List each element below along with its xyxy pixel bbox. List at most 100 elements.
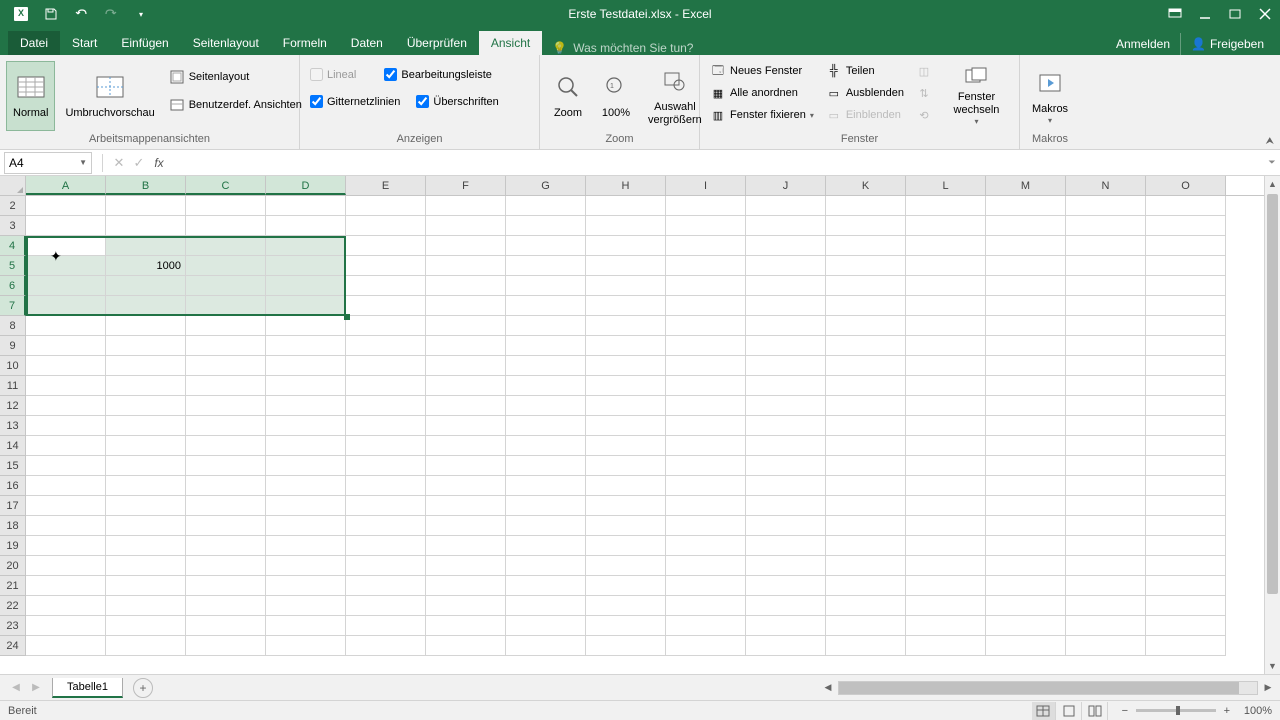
scroll-down-button[interactable]: ▼ [1265, 658, 1280, 674]
cell-J18[interactable] [746, 516, 826, 536]
cell-A5[interactable] [26, 256, 106, 276]
cell-M17[interactable] [986, 496, 1066, 516]
cancel-formula-button[interactable]: ✕ [109, 153, 129, 173]
column-header-G[interactable]: G [506, 176, 586, 195]
cell-F11[interactable] [426, 376, 506, 396]
cell-D23[interactable] [266, 616, 346, 636]
cell-K23[interactable] [826, 616, 906, 636]
cell-I2[interactable] [666, 196, 746, 216]
tab-daten[interactable]: Daten [339, 31, 395, 55]
cell-F21[interactable] [426, 576, 506, 596]
column-header-O[interactable]: O [1146, 176, 1226, 195]
tab-datei[interactable]: Datei [8, 31, 60, 55]
cell-B14[interactable] [106, 436, 186, 456]
cell-E17[interactable] [346, 496, 426, 516]
cell-C7[interactable] [186, 296, 266, 316]
row-header-18[interactable]: 18 [0, 516, 26, 536]
macros-button[interactable]: Makros ▾ [1026, 61, 1074, 131]
ruler-checkbox[interactable]: Lineal [306, 65, 360, 84]
cell-F16[interactable] [426, 476, 506, 496]
cell-A21[interactable] [26, 576, 106, 596]
cell-C9[interactable] [186, 336, 266, 356]
cell-F15[interactable] [426, 456, 506, 476]
page-layout-button[interactable]: Seitenlayout [165, 67, 306, 87]
cell-N5[interactable] [1066, 256, 1146, 276]
cell-G20[interactable] [506, 556, 586, 576]
cell-L2[interactable] [906, 196, 986, 216]
cell-G2[interactable] [506, 196, 586, 216]
cell-B15[interactable] [106, 456, 186, 476]
cell-F13[interactable] [426, 416, 506, 436]
cell-B8[interactable] [106, 316, 186, 336]
cell-O13[interactable] [1146, 416, 1226, 436]
cell-L16[interactable] [906, 476, 986, 496]
cell-D12[interactable] [266, 396, 346, 416]
cell-O9[interactable] [1146, 336, 1226, 356]
cell-O15[interactable] [1146, 456, 1226, 476]
tab-formeln[interactable]: Formeln [271, 31, 339, 55]
cell-F10[interactable] [426, 356, 506, 376]
column-header-J[interactable]: J [746, 176, 826, 195]
tab-ansicht[interactable]: Ansicht [479, 31, 542, 55]
cell-I23[interactable] [666, 616, 746, 636]
cell-M15[interactable] [986, 456, 1066, 476]
cell-E14[interactable] [346, 436, 426, 456]
cell-N8[interactable] [1066, 316, 1146, 336]
view-side-button[interactable]: ◫ [912, 61, 936, 81]
cell-H5[interactable] [586, 256, 666, 276]
column-header-F[interactable]: F [426, 176, 506, 195]
cell-F9[interactable] [426, 336, 506, 356]
cell-J15[interactable] [746, 456, 826, 476]
horizontal-scrollbar[interactable]: ◀ ▶ [820, 680, 1280, 696]
cell-L20[interactable] [906, 556, 986, 576]
cell-M19[interactable] [986, 536, 1066, 556]
cell-D18[interactable] [266, 516, 346, 536]
cell-J11[interactable] [746, 376, 826, 396]
cell-M16[interactable] [986, 476, 1066, 496]
cell-F19[interactable] [426, 536, 506, 556]
zoom-in-button[interactable]: + [1220, 705, 1234, 717]
name-box[interactable]: A4 ▼ [4, 152, 92, 174]
select-all-corner[interactable] [0, 176, 26, 195]
cell-M20[interactable] [986, 556, 1066, 576]
cell-A8[interactable] [26, 316, 106, 336]
cell-B19[interactable] [106, 536, 186, 556]
cell-H24[interactable] [586, 636, 666, 656]
cell-H12[interactable] [586, 396, 666, 416]
cell-L17[interactable] [906, 496, 986, 516]
cell-H23[interactable] [586, 616, 666, 636]
cell-N17[interactable] [1066, 496, 1146, 516]
cell-I12[interactable] [666, 396, 746, 416]
cell-L19[interactable] [906, 536, 986, 556]
gridlines-checkbox[interactable]: Gitternetzlinien [306, 92, 404, 111]
cell-F5[interactable] [426, 256, 506, 276]
close-button[interactable] [1250, 0, 1280, 28]
cell-F6[interactable] [426, 276, 506, 296]
row-header-20[interactable]: 20 [0, 556, 26, 576]
column-header-N[interactable]: N [1066, 176, 1146, 195]
cell-A22[interactable] [26, 596, 106, 616]
cell-D8[interactable] [266, 316, 346, 336]
cell-H6[interactable] [586, 276, 666, 296]
cell-N10[interactable] [1066, 356, 1146, 376]
cell-A16[interactable] [26, 476, 106, 496]
formula-bar-checkbox[interactable]: Bearbeitungsleiste [380, 65, 496, 84]
column-header-B[interactable]: B [106, 176, 186, 195]
arrange-all-button[interactable]: ▦Alle anordnen [706, 83, 818, 103]
cell-C3[interactable] [186, 216, 266, 236]
cell-L8[interactable] [906, 316, 986, 336]
cell-M14[interactable] [986, 436, 1066, 456]
cell-F24[interactable] [426, 636, 506, 656]
switch-windows-button[interactable]: Fenster wechseln ▾ [940, 61, 1013, 131]
cell-B3[interactable] [106, 216, 186, 236]
cell-I4[interactable] [666, 236, 746, 256]
cell-I18[interactable] [666, 516, 746, 536]
share-button[interactable]: 👤 Freigeben [1180, 33, 1274, 55]
cell-K2[interactable] [826, 196, 906, 216]
cell-M6[interactable] [986, 276, 1066, 296]
cell-A18[interactable] [26, 516, 106, 536]
normal-view-status-button[interactable] [1032, 702, 1056, 720]
tab-start[interactable]: Start [60, 31, 109, 55]
cell-M10[interactable] [986, 356, 1066, 376]
zoom-button[interactable]: Zoom [546, 61, 590, 131]
